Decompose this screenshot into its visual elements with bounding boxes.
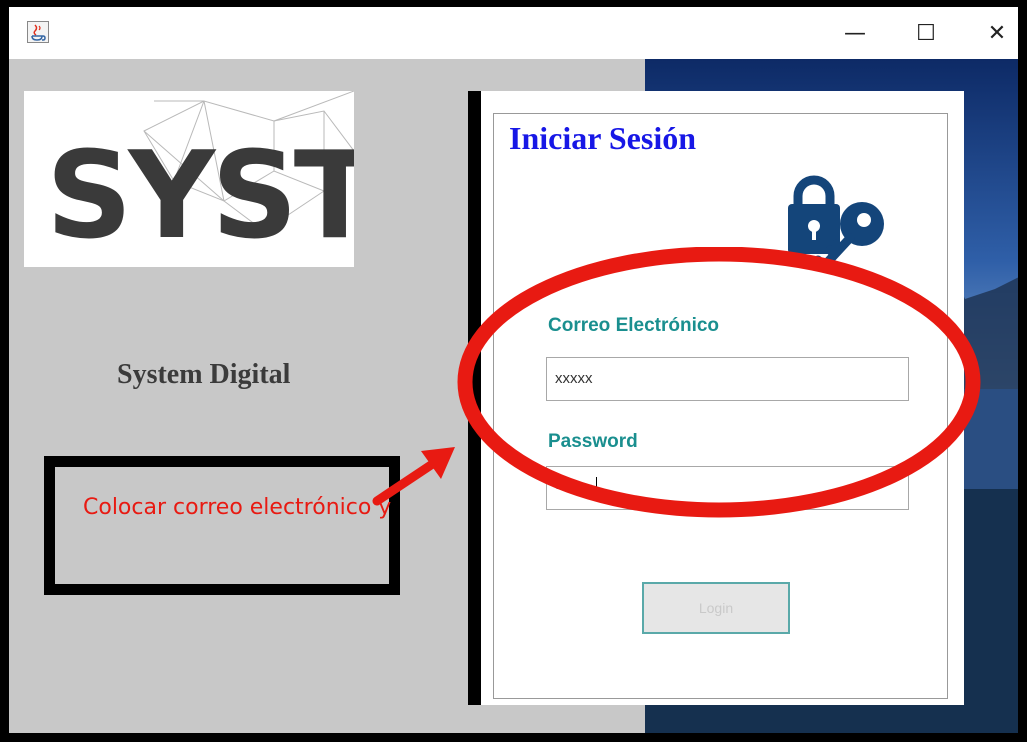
logo-wordmark: SYST (46, 127, 354, 266)
application-window: — ☐ ✕ SYST System Digital Colocar correo… (0, 0, 1027, 742)
minimize-button[interactable]: — (835, 13, 875, 53)
annotation-ellipse (457, 247, 981, 518)
close-button[interactable]: ✕ (977, 13, 1017, 53)
annotation-box: Colocar correo electrónico y (44, 456, 400, 595)
java-app-icon (27, 21, 49, 43)
window-content: SYST System Digital Colocar correo elect… (9, 59, 1018, 733)
maximize-button[interactable]: ☐ (906, 13, 946, 53)
login-button[interactable]: Login (642, 582, 790, 634)
system-logo: SYST (24, 91, 354, 267)
annotation-text: Colocar correo electrónico y (83, 495, 392, 520)
annotation-arrow (372, 447, 455, 506)
login-title: Iniciar Sesión (507, 120, 698, 157)
brand-name: System Digital (117, 359, 291, 390)
title-bar: — ☐ ✕ (9, 7, 1018, 59)
